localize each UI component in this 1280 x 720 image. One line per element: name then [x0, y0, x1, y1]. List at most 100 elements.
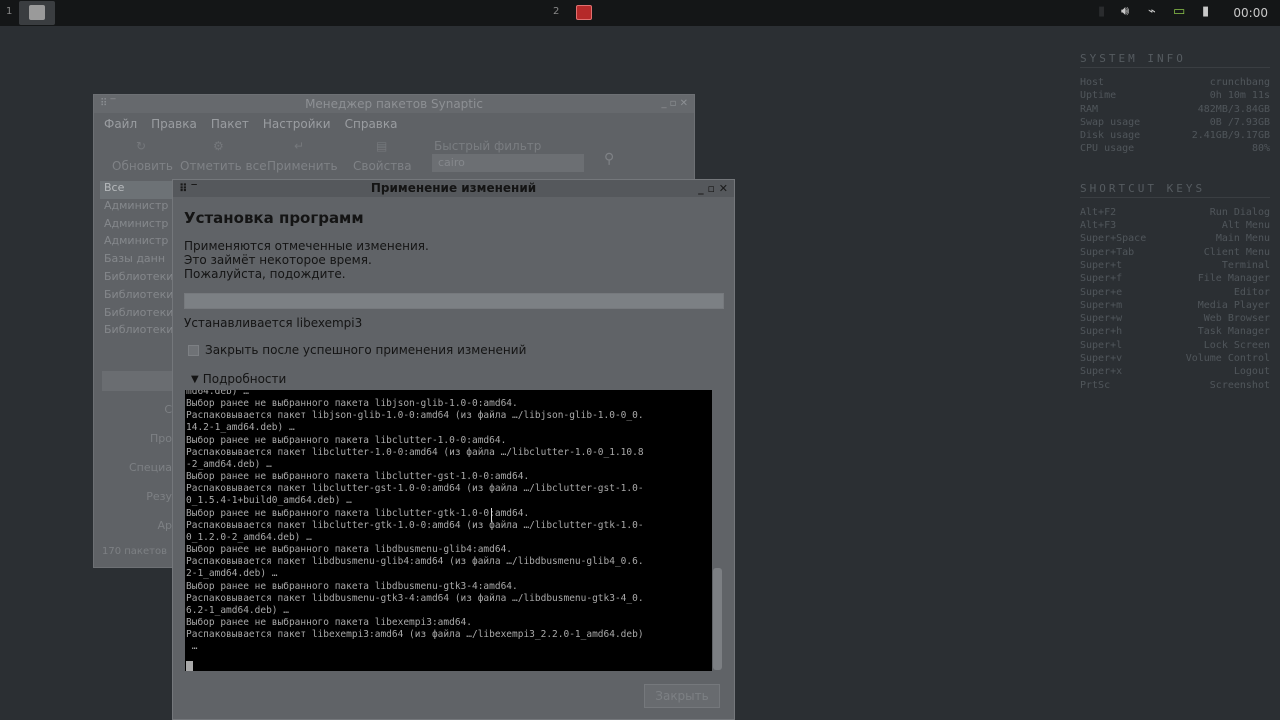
shortcut-action: Terminal	[1221, 259, 1270, 271]
shortcut-row: Super+w Web Browser	[1080, 312, 1270, 325]
shortcut-action: Editor	[1233, 286, 1270, 298]
architecture-button[interactable]: Ар	[102, 519, 172, 539]
synaptic-titlebar: ⠿ ‾ Менеджер пакетов Synaptic _ ▫ ✕	[94, 95, 694, 113]
menu-edit[interactable]: Правка	[151, 117, 197, 131]
dialog-description: Применяются отмеченные изменения. Это за…	[184, 239, 429, 281]
window-controls[interactable]: _ ▫ ✕	[698, 180, 728, 197]
shortcut-action: Volume Control	[1185, 353, 1270, 365]
system-info-header: SYSTEM INFO	[1080, 52, 1270, 68]
search-results-button[interactable]: Резу	[102, 490, 172, 510]
workspace-2-number: 2	[553, 6, 560, 17]
properties-button[interactable]: Свойства	[353, 159, 412, 173]
terminal-output[interactable]: md64.deb) … Выбор ранее не выбранного пак…	[185, 390, 712, 671]
window-menu-icon[interactable]: ⠿ ‾	[179, 180, 197, 197]
shortcut-key: Super+x	[1080, 366, 1123, 378]
search-icon[interactable]: ⚲	[604, 151, 614, 167]
quick-filter-input[interactable]: cairo	[432, 154, 584, 172]
volume-icon[interactable]: 🔊︎	[1121, 4, 1129, 19]
shortcut-action: Screenshot	[1209, 379, 1270, 391]
shortcut-action: Web Browser	[1203, 313, 1270, 325]
terminal-line: …	[186, 641, 198, 653]
terminal-scrollbar[interactable]	[713, 568, 722, 670]
sections-button[interactable]: С	[102, 403, 172, 423]
synaptic-menubar: Файл Правка Пакет Настройки Справка	[94, 113, 694, 135]
shortcut-row: Super+f File Manager	[1080, 272, 1270, 285]
shortcut-action: Media Player	[1197, 299, 1270, 311]
dialog-titlebar: ⠿ ‾ Применение изменений _ ▫ ✕	[173, 180, 734, 197]
system-info-value: 0B /7.93GB	[1209, 116, 1270, 128]
shortcut-row: Super+l Lock Screen	[1080, 339, 1270, 352]
shortcut-key: Super+m	[1080, 299, 1123, 311]
shortcut-action: File Manager	[1197, 273, 1270, 285]
terminal-line: Выбор ранее не выбранного пакета libjson…	[186, 398, 518, 410]
terminal-line: Выбор ранее не выбранного пакета libclut…	[186, 507, 530, 519]
terminal-line: Распаковывается пакет libclutter-gst-1.0…	[186, 483, 644, 495]
terminal-line: 6.2-1_amd64.deb) …	[186, 604, 289, 616]
window-controls[interactable]: _ ▫ ✕	[661, 95, 688, 113]
quick-filter-label: Быстрый фильтр	[434, 139, 542, 153]
system-info-key: CPU usage	[1080, 143, 1135, 155]
shortcut-action: Task Manager	[1197, 326, 1270, 338]
terminal-line: Распаковывается пакет libexempi3:amd64 (…	[186, 629, 644, 641]
shortcut-action: Main Menu	[1215, 233, 1270, 245]
system-info-row: Host crunchbang	[1080, 76, 1270, 89]
status-button[interactable]: Про	[102, 432, 172, 452]
shortcut-action: Logout	[1233, 366, 1270, 378]
close-on-success-option[interactable]: Закрыть после успешного применения измен…	[188, 343, 526, 357]
system-info-key: Uptime	[1080, 90, 1117, 102]
shortcut-keys-header: SHORTCUT KEYS	[1080, 182, 1270, 198]
apply-button[interactable]: Применить	[267, 159, 338, 173]
shortcut-action: Run Dialog	[1209, 206, 1270, 218]
plug-icon[interactable]: ⌁	[1148, 4, 1156, 19]
terminal-line: Выбор ранее не выбранного пакета libexem…	[186, 616, 472, 628]
mark-all-button[interactable]: Отметить все	[180, 159, 267, 173]
menu-settings[interactable]: Настройки	[263, 117, 331, 131]
clock[interactable]: 00:00	[1233, 6, 1268, 20]
reload-button[interactable]: Обновить	[112, 159, 173, 173]
network-icon[interactable]: ▮	[1098, 4, 1105, 19]
terminal-line: Распаковывается пакет libdbusmenu-glib4:…	[186, 556, 644, 568]
clipboard-icon[interactable]: ▮	[1202, 4, 1209, 19]
terminal-line: 14.2-1_amd64.deb) …	[186, 422, 295, 434]
workspace-1-number: 1	[6, 6, 13, 17]
terminal-line: Распаковывается пакет libclutter-gtk-1.0…	[186, 519, 644, 531]
app-window-icon	[29, 5, 45, 20]
details-label: Подробности	[202, 372, 287, 386]
progress-fill	[185, 294, 723, 308]
system-info-row: Swap usage 0B /7.93GB	[1080, 116, 1270, 129]
window-menu-icon[interactable]: ⠿ ‾	[100, 95, 116, 113]
shortcut-row: Super+t Terminal	[1080, 259, 1270, 272]
terminal-line: md64.deb) …	[186, 390, 249, 397]
close-on-success-checkbox[interactable]	[188, 344, 199, 356]
system-info-key: Disk usage	[1080, 130, 1141, 142]
terminal-line: Выбор ранее не выбранного пакета libclut…	[186, 471, 530, 483]
close-button[interactable]: Закрыть	[644, 684, 720, 708]
shortcut-row: Super+x Logout	[1080, 365, 1270, 378]
close-on-success-label: Закрыть после успешного применения измен…	[205, 343, 527, 357]
conky-panel: SYSTEM INFO Host crunchbang Uptime 0h 10m 1…	[1080, 52, 1270, 392]
filter-button[interactable]	[102, 371, 172, 391]
terminal-line: Выбор ранее не выбранного пакета libclut…	[186, 434, 507, 446]
details-expander[interactable]: ▼ Подробности	[191, 372, 286, 386]
shortcut-key: Super+t	[1080, 259, 1123, 271]
battery-icon[interactable]: ▭	[1173, 4, 1185, 19]
shortcut-key: Alt+F3	[1080, 220, 1117, 232]
terminal-line: 0_1.2.0-2_amd64.deb) …	[186, 531, 312, 543]
shortcut-row: Alt+F3 Alt Menu	[1080, 219, 1270, 232]
shortcut-row: Super+e Editor	[1080, 286, 1270, 299]
shortcut-key: Alt+F2	[1080, 206, 1117, 218]
workspace-2-button[interactable]	[566, 1, 602, 25]
terminal-line: Выбор ранее не выбранного пакета libdbus…	[186, 580, 518, 592]
shortcut-key: Super+l	[1080, 339, 1123, 351]
menu-file[interactable]: Файл	[104, 117, 137, 131]
shortcut-row: Super+m Media Player	[1080, 299, 1270, 312]
expander-triangle-icon: ▼	[191, 373, 199, 385]
system-info-value: 80%	[1251, 143, 1270, 155]
terminal-line: Распаковывается пакет libjson-glib-1.0-0…	[186, 410, 644, 422]
menu-help[interactable]: Справка	[345, 117, 398, 131]
menu-package[interactable]: Пакет	[211, 117, 249, 131]
custom-filters-button[interactable]: Специа	[102, 461, 172, 481]
workspace-1-button[interactable]	[19, 1, 55, 25]
dialog-heading: Установка программ	[184, 209, 364, 227]
shortcut-key: Super+Space	[1080, 233, 1147, 245]
